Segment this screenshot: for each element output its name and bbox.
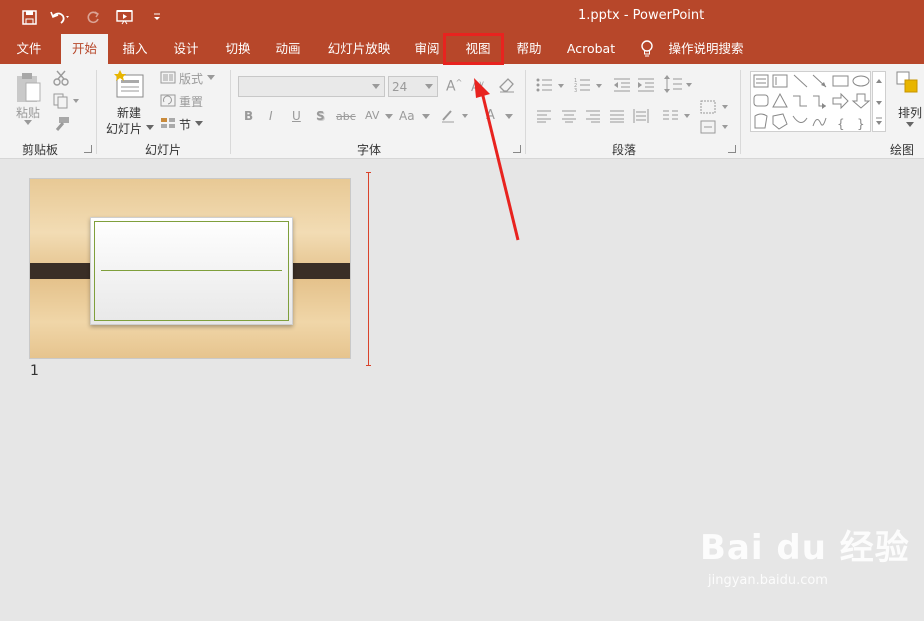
paste-dropdown-icon[interactable] [24, 120, 32, 126]
font-group-label: 字体 [357, 143, 382, 157]
slide-card-border [94, 221, 289, 321]
section-dropdown-icon[interactable] [195, 121, 203, 127]
tab-review[interactable]: 审阅 [406, 34, 448, 64]
bold-button[interactable]: B [244, 109, 253, 123]
lightbulb-icon[interactable] [638, 34, 656, 64]
justify-icon[interactable] [609, 109, 625, 123]
tell-me-search[interactable]: 操作说明搜索 [664, 34, 748, 64]
character-spacing-dropdown-icon[interactable] [385, 114, 393, 120]
strikethrough-button[interactable]: abc [336, 110, 356, 123]
italic-button[interactable]: I [269, 109, 273, 123]
shapes-gallery-scrollbar[interactable] [872, 71, 886, 132]
baidu-url: jingyan.baidu.com [708, 573, 828, 588]
numbering-icon[interactable]: 123 [574, 77, 606, 93]
svg-text:}: } [857, 117, 865, 131]
underline-button[interactable]: U [292, 109, 301, 123]
tab-acrobat[interactable]: Acrobat [561, 34, 621, 64]
baidu-watermark: Bai du 经验 jingyan.baidu.com [700, 520, 910, 588]
window-title: 1.pptx - PowerPoint [578, 8, 705, 23]
align-left-icon[interactable] [536, 109, 552, 123]
shadow-button[interactable]: S [316, 109, 325, 123]
section-icon[interactable] [160, 117, 176, 130]
tab-design[interactable]: 设计 [165, 34, 207, 64]
new-slide-label-line1[interactable]: 新建 [117, 104, 141, 121]
slide-thumbnail[interactable] [29, 178, 351, 359]
redo-icon[interactable] [82, 7, 104, 27]
clipboard-group-label: 剪贴板 [22, 143, 59, 157]
ribbon-home: 粘贴 剪贴板 新建 幻灯片 版式 重置 节 幻灯片 24 A^ Av [0, 64, 924, 159]
title-bar: 1.pptx - PowerPoint [0, 0, 924, 34]
columns-icon[interactable] [662, 108, 694, 124]
slides-group-label: 幻灯片 [145, 143, 182, 157]
svg-text:3: 3 [574, 88, 577, 93]
paragraph-group-label: 段落 [612, 143, 637, 157]
arrange-icon[interactable] [896, 71, 920, 95]
present-from-beginning-icon[interactable] [114, 7, 136, 27]
new-slide-dropdown-icon[interactable] [146, 125, 154, 131]
pane-splitter-cap-bottom [366, 365, 371, 366]
tab-insert[interactable]: 插入 [114, 34, 156, 64]
undo-icon[interactable] [50, 7, 72, 27]
slide-number: 1 [30, 363, 39, 379]
change-case-dropdown-icon[interactable] [422, 114, 430, 120]
svg-text:{: { [837, 117, 845, 131]
tab-transitions[interactable]: 切换 [217, 34, 259, 64]
annotation-arrow-icon [474, 78, 520, 241]
reset-icon[interactable] [160, 94, 176, 107]
separator [96, 70, 97, 154]
layout-label[interactable]: 版式 [179, 70, 203, 87]
tab-animations[interactable]: 动画 [267, 34, 309, 64]
arrange-label[interactable]: 排列 [898, 104, 922, 121]
separator [740, 70, 741, 154]
change-case-button[interactable]: Aa [399, 109, 415, 123]
tab-file[interactable]: 文件 [8, 34, 50, 64]
shapes-gallery[interactable]: { } [750, 71, 871, 132]
highlight-color-icon[interactable] [440, 108, 474, 124]
slide-title-card [90, 217, 293, 325]
bullets-icon[interactable] [536, 77, 568, 93]
new-slide-icon[interactable] [114, 69, 146, 99]
view-tab-highlight [443, 33, 504, 65]
baidu-logo-text: Bai du 经验 [700, 528, 910, 568]
slide-card-line [101, 270, 282, 271]
arrange-dropdown-icon[interactable] [906, 122, 914, 128]
line-spacing-icon[interactable] [664, 75, 696, 93]
font-size-combobox[interactable]: 24 [388, 76, 438, 97]
layout-dropdown-icon[interactable] [207, 75, 215, 81]
character-spacing-button[interactable]: AV [365, 109, 379, 122]
font-size-value: 24 [392, 80, 408, 94]
drawing-group-label: 绘图 [890, 143, 915, 157]
reset-label[interactable]: 重置 [179, 93, 203, 110]
pane-splitter[interactable] [368, 172, 369, 366]
paste-label[interactable]: 粘贴 [16, 104, 40, 121]
new-slide-label-line2[interactable]: 幻灯片 [106, 120, 142, 137]
customize-qat-icon[interactable] [146, 7, 168, 27]
increase-font-size-icon[interactable]: A^ [446, 78, 462, 95]
copy-icon[interactable] [53, 93, 79, 109]
decrease-indent-icon[interactable] [613, 77, 631, 93]
align-center-icon[interactable] [561, 109, 577, 123]
layout-icon[interactable] [160, 71, 176, 84]
paragraph-dialog-launcher[interactable] [728, 145, 736, 153]
save-icon[interactable] [18, 7, 40, 27]
paste-icon[interactable] [14, 71, 44, 105]
cut-icon[interactable] [53, 70, 69, 86]
align-text-icon[interactable] [700, 120, 732, 134]
separator [230, 70, 231, 154]
section-label[interactable]: 节 [179, 116, 191, 133]
tab-home[interactable]: 开始 [61, 34, 108, 64]
clipboard-dialog-launcher[interactable] [84, 145, 92, 153]
font-name-combobox[interactable] [238, 76, 385, 97]
format-painter-icon[interactable] [53, 116, 71, 132]
text-direction-icon[interactable] [700, 100, 732, 114]
tab-help[interactable]: 帮助 [508, 34, 550, 64]
quick-access-toolbar [18, 7, 168, 27]
tab-slideshow[interactable]: 幻灯片放映 [322, 34, 396, 64]
distributed-icon[interactable] [633, 108, 649, 124]
pane-splitter-cap-top [366, 172, 371, 173]
align-right-icon[interactable] [585, 109, 601, 123]
increase-indent-icon[interactable] [637, 77, 655, 93]
